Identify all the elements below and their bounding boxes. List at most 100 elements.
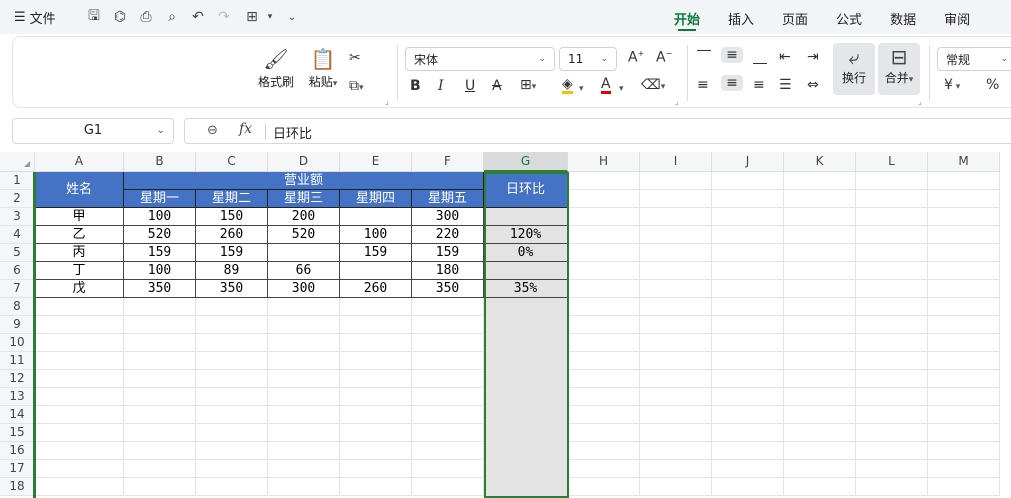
- cell[interactable]: [340, 370, 412, 388]
- cell[interactable]: [268, 298, 340, 316]
- cell[interactable]: [35, 316, 124, 334]
- cell[interactable]: [196, 478, 268, 496]
- fx-icon[interactable]: fx: [239, 121, 252, 137]
- cell[interactable]: [856, 226, 928, 244]
- row-header-10[interactable]: 10: [0, 334, 35, 352]
- align-left-icon[interactable]: ≡: [697, 77, 709, 93]
- cell-name[interactable]: 乙: [35, 226, 124, 244]
- header-weekday-cell[interactable]: 星期二: [196, 190, 268, 208]
- cell[interactable]: [35, 406, 124, 424]
- distributed-align-icon[interactable]: ⇔: [807, 77, 819, 93]
- cell-value[interactable]: 100: [340, 226, 412, 244]
- cell[interactable]: [856, 316, 928, 334]
- copy-icon[interactable]: ⧉▾: [349, 78, 364, 94]
- cell[interactable]: [484, 406, 568, 424]
- cell[interactable]: [856, 388, 928, 406]
- merge-button[interactable]: ⊟ 合并▾: [878, 43, 920, 95]
- cell[interactable]: [340, 388, 412, 406]
- strikethrough-icon[interactable]: A: [492, 78, 502, 94]
- table-style-icon[interactable]: ⊞: [242, 7, 262, 27]
- cell[interactable]: [340, 424, 412, 442]
- cell-value[interactable]: 350: [124, 280, 196, 298]
- font-color-icon[interactable]: A: [601, 77, 611, 94]
- column-header-i[interactable]: I: [640, 152, 712, 172]
- column-header-b[interactable]: B: [124, 152, 196, 172]
- cell[interactable]: [784, 280, 856, 298]
- cell-value[interactable]: 180: [412, 262, 484, 280]
- cell[interactable]: [35, 460, 124, 478]
- cell[interactable]: [196, 370, 268, 388]
- more-icon[interactable]: ⌄: [282, 7, 302, 27]
- cell-value[interactable]: 159: [124, 244, 196, 262]
- header-ratio-cell[interactable]: 日环比: [484, 172, 568, 208]
- tab-formula[interactable]: 公式: [822, 0, 876, 34]
- cell-value[interactable]: 350: [196, 280, 268, 298]
- cell[interactable]: [268, 316, 340, 334]
- cell[interactable]: [712, 460, 784, 478]
- row-header-11[interactable]: 11: [0, 352, 35, 370]
- column-header-d[interactable]: D: [268, 152, 340, 172]
- cell[interactable]: [640, 424, 712, 442]
- cell[interactable]: [928, 226, 1000, 244]
- decrease-font-icon[interactable]: A−: [656, 49, 672, 66]
- cell[interactable]: [928, 316, 1000, 334]
- cell[interactable]: [568, 244, 640, 262]
- cell-ratio[interactable]: [484, 262, 568, 280]
- spreadsheet-grid[interactable]: A B C D E F G H I J K L M 1 2 3 4 5 6 7 8 9 10 11 12 13 14 15 16 17 18…: [0, 152, 1011, 498]
- cell[interactable]: [856, 406, 928, 424]
- row-header-6[interactable]: 6: [0, 262, 35, 280]
- row-header-3[interactable]: 3: [0, 208, 35, 226]
- cell[interactable]: [712, 262, 784, 280]
- cell[interactable]: [856, 262, 928, 280]
- cell[interactable]: [568, 460, 640, 478]
- cell[interactable]: [928, 478, 1000, 496]
- cell[interactable]: [856, 424, 928, 442]
- row-header-15[interactable]: 15: [0, 424, 35, 442]
- cell[interactable]: [640, 190, 712, 208]
- cell[interactable]: [484, 388, 568, 406]
- cell[interactable]: [928, 280, 1000, 298]
- cell[interactable]: [928, 406, 1000, 424]
- header-weekday-cell[interactable]: 星期一: [124, 190, 196, 208]
- cell[interactable]: [928, 262, 1000, 280]
- cell[interactable]: [784, 388, 856, 406]
- cell[interactable]: [784, 298, 856, 316]
- cell[interactable]: [196, 316, 268, 334]
- cell[interactable]: [784, 172, 856, 190]
- cell[interactable]: [856, 478, 928, 496]
- cell[interactable]: [928, 370, 1000, 388]
- cell[interactable]: [784, 262, 856, 280]
- cell-value[interactable]: [340, 208, 412, 226]
- cell[interactable]: [484, 334, 568, 352]
- cell[interactable]: [784, 478, 856, 496]
- cell[interactable]: [640, 334, 712, 352]
- cell[interactable]: [928, 208, 1000, 226]
- select-all-corner[interactable]: [0, 152, 35, 172]
- align-bottom-icon[interactable]: ⎽: [753, 49, 767, 65]
- cell[interactable]: [784, 208, 856, 226]
- tab-home[interactable]: 开始: [660, 0, 714, 34]
- cell[interactable]: [412, 478, 484, 496]
- cell-value[interactable]: 350: [412, 280, 484, 298]
- cell-ratio[interactable]: 120%: [484, 226, 568, 244]
- column-header-g[interactable]: G: [484, 152, 568, 172]
- cell[interactable]: [640, 280, 712, 298]
- tab-data[interactable]: 数据: [876, 0, 930, 34]
- cell-value[interactable]: 100: [124, 262, 196, 280]
- column-header-h[interactable]: H: [568, 152, 640, 172]
- cell[interactable]: [568, 424, 640, 442]
- cell[interactable]: [856, 208, 928, 226]
- cell[interactable]: [640, 298, 712, 316]
- cell[interactable]: [568, 316, 640, 334]
- cell[interactable]: [412, 388, 484, 406]
- cell[interactable]: [640, 478, 712, 496]
- cell[interactable]: [640, 226, 712, 244]
- cell[interactable]: [35, 352, 124, 370]
- cell[interactable]: [268, 478, 340, 496]
- cell[interactable]: [568, 226, 640, 244]
- align-right-icon[interactable]: ≡: [753, 77, 765, 93]
- column-header-k[interactable]: K: [784, 152, 856, 172]
- cell[interactable]: [340, 298, 412, 316]
- cell[interactable]: [784, 406, 856, 424]
- cell-ratio[interactable]: [484, 208, 568, 226]
